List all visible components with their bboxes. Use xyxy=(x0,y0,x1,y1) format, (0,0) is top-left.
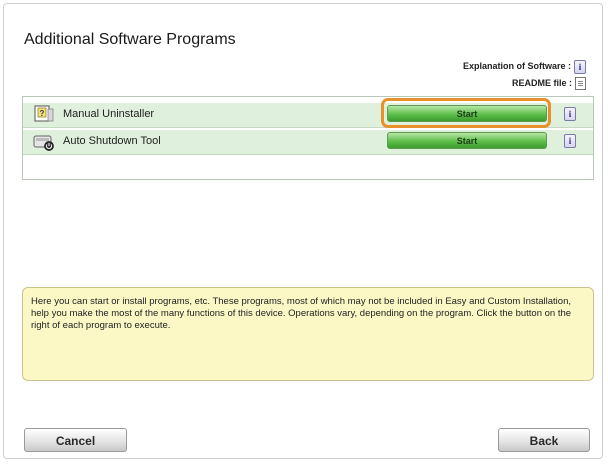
shutdown-tool-icon xyxy=(33,135,54,151)
program-label: Manual Uninstaller xyxy=(63,108,155,120)
start-button-manual-uninstaller[interactable]: Start xyxy=(387,105,547,122)
svg-text:?: ? xyxy=(40,109,45,118)
program-label: Auto Shutdown Tool xyxy=(63,135,161,147)
cancel-button[interactable]: Cancel xyxy=(24,428,127,452)
readme-file-icon xyxy=(575,77,586,90)
program-row-manual-uninstaller: ? Manual Uninstaller Start i xyxy=(23,98,593,128)
legend-explanation-label: Explanation of Software : xyxy=(462,61,571,71)
legend-readme-label: README file : xyxy=(511,78,572,88)
legend-explanation: Explanation of Software : i xyxy=(463,58,586,75)
uninstaller-icon: ? xyxy=(34,105,54,122)
program-row-auto-shutdown-tool: Auto Shutdown Tool Start i xyxy=(23,130,593,155)
start-button-auto-shutdown-tool[interactable]: Start xyxy=(387,132,547,149)
page-title: Additional Software Programs xyxy=(24,31,236,48)
legend: Explanation of Software : i README file … xyxy=(463,58,586,92)
installer-window: Additional Software Programs Explanation… xyxy=(3,3,603,459)
description-box: Here you can start or install programs, … xyxy=(22,287,594,381)
info-icon-manual-uninstaller[interactable]: i xyxy=(564,107,576,121)
info-icon: i xyxy=(574,59,586,74)
info-icon-auto-shutdown-tool[interactable]: i xyxy=(564,134,576,148)
program-list: ? Manual Uninstaller Start i Auto Shutdo… xyxy=(22,96,594,180)
legend-readme: README file : xyxy=(463,75,586,92)
back-button[interactable]: Back xyxy=(498,428,590,452)
